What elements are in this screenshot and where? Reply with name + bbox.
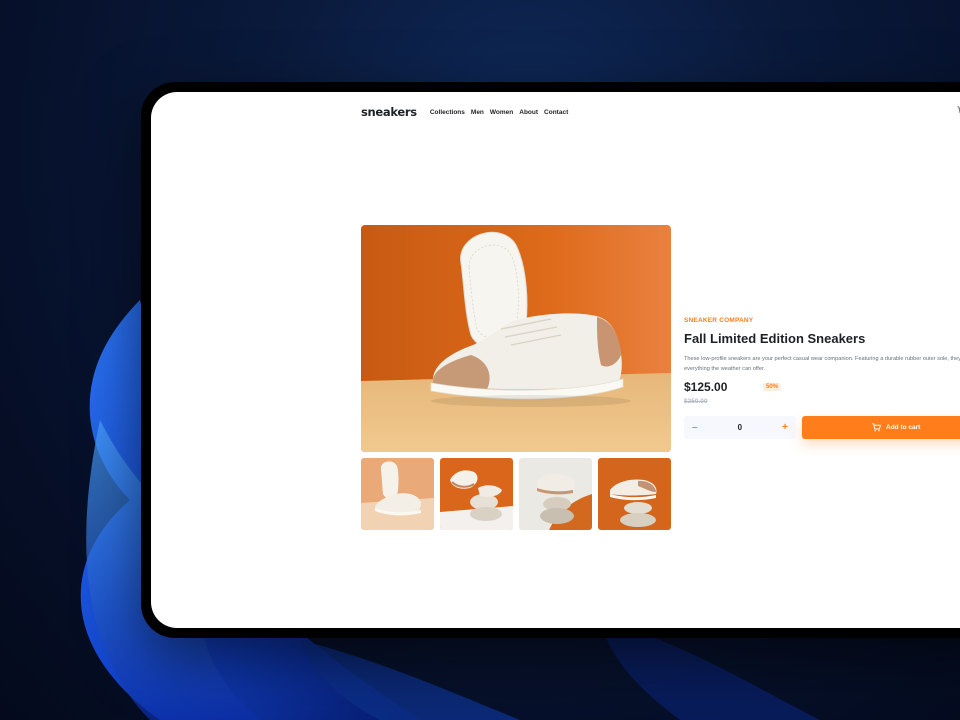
nav-menu: Collections Men Women About Contact	[430, 109, 568, 116]
discount-badge: 50%	[763, 383, 782, 391]
thumbnail-4[interactable]	[598, 458, 671, 530]
product-main-image[interactable]	[361, 225, 671, 452]
thumbnail-strip	[361, 458, 671, 530]
plus-icon[interactable]: +	[782, 422, 788, 433]
nav-link-men[interactable]: Men	[471, 109, 484, 116]
product-description: These low-profile sneakers are your perf…	[684, 356, 960, 372]
nav-link-about[interactable]: About	[519, 109, 538, 116]
tablet-frame: sneakers Collections Men Women About Con…	[141, 82, 960, 638]
nav-link-collections[interactable]: Collections	[430, 109, 465, 116]
cart-icon	[872, 423, 881, 432]
thumbnail-2[interactable]	[440, 458, 513, 530]
nav-link-women[interactable]: Women	[490, 109, 513, 116]
minus-icon[interactable]: –	[692, 422, 698, 433]
add-to-cart-button[interactable]: Add to cart	[802, 416, 960, 439]
current-price: $125.00	[684, 380, 728, 394]
thumbnail-1[interactable]	[361, 458, 434, 530]
browser-viewport: sneakers Collections Men Women About Con…	[151, 92, 960, 628]
quantity-stepper: – 0 +	[684, 416, 796, 439]
quantity-value: 0	[737, 423, 743, 432]
thumbnail-3[interactable]	[519, 458, 592, 530]
add-to-cart-label: Add to cart	[886, 424, 921, 431]
nav-link-contact[interactable]: Contact	[544, 109, 568, 116]
site-header: sneakers Collections Men Women About Con…	[361, 102, 568, 122]
site-logo[interactable]: sneakers	[361, 105, 417, 119]
company-label: SNEAKER COMPANY	[684, 317, 754, 324]
original-price: $250.00	[684, 398, 708, 405]
product-title: Fall Limited Edition Sneakers	[684, 331, 866, 346]
